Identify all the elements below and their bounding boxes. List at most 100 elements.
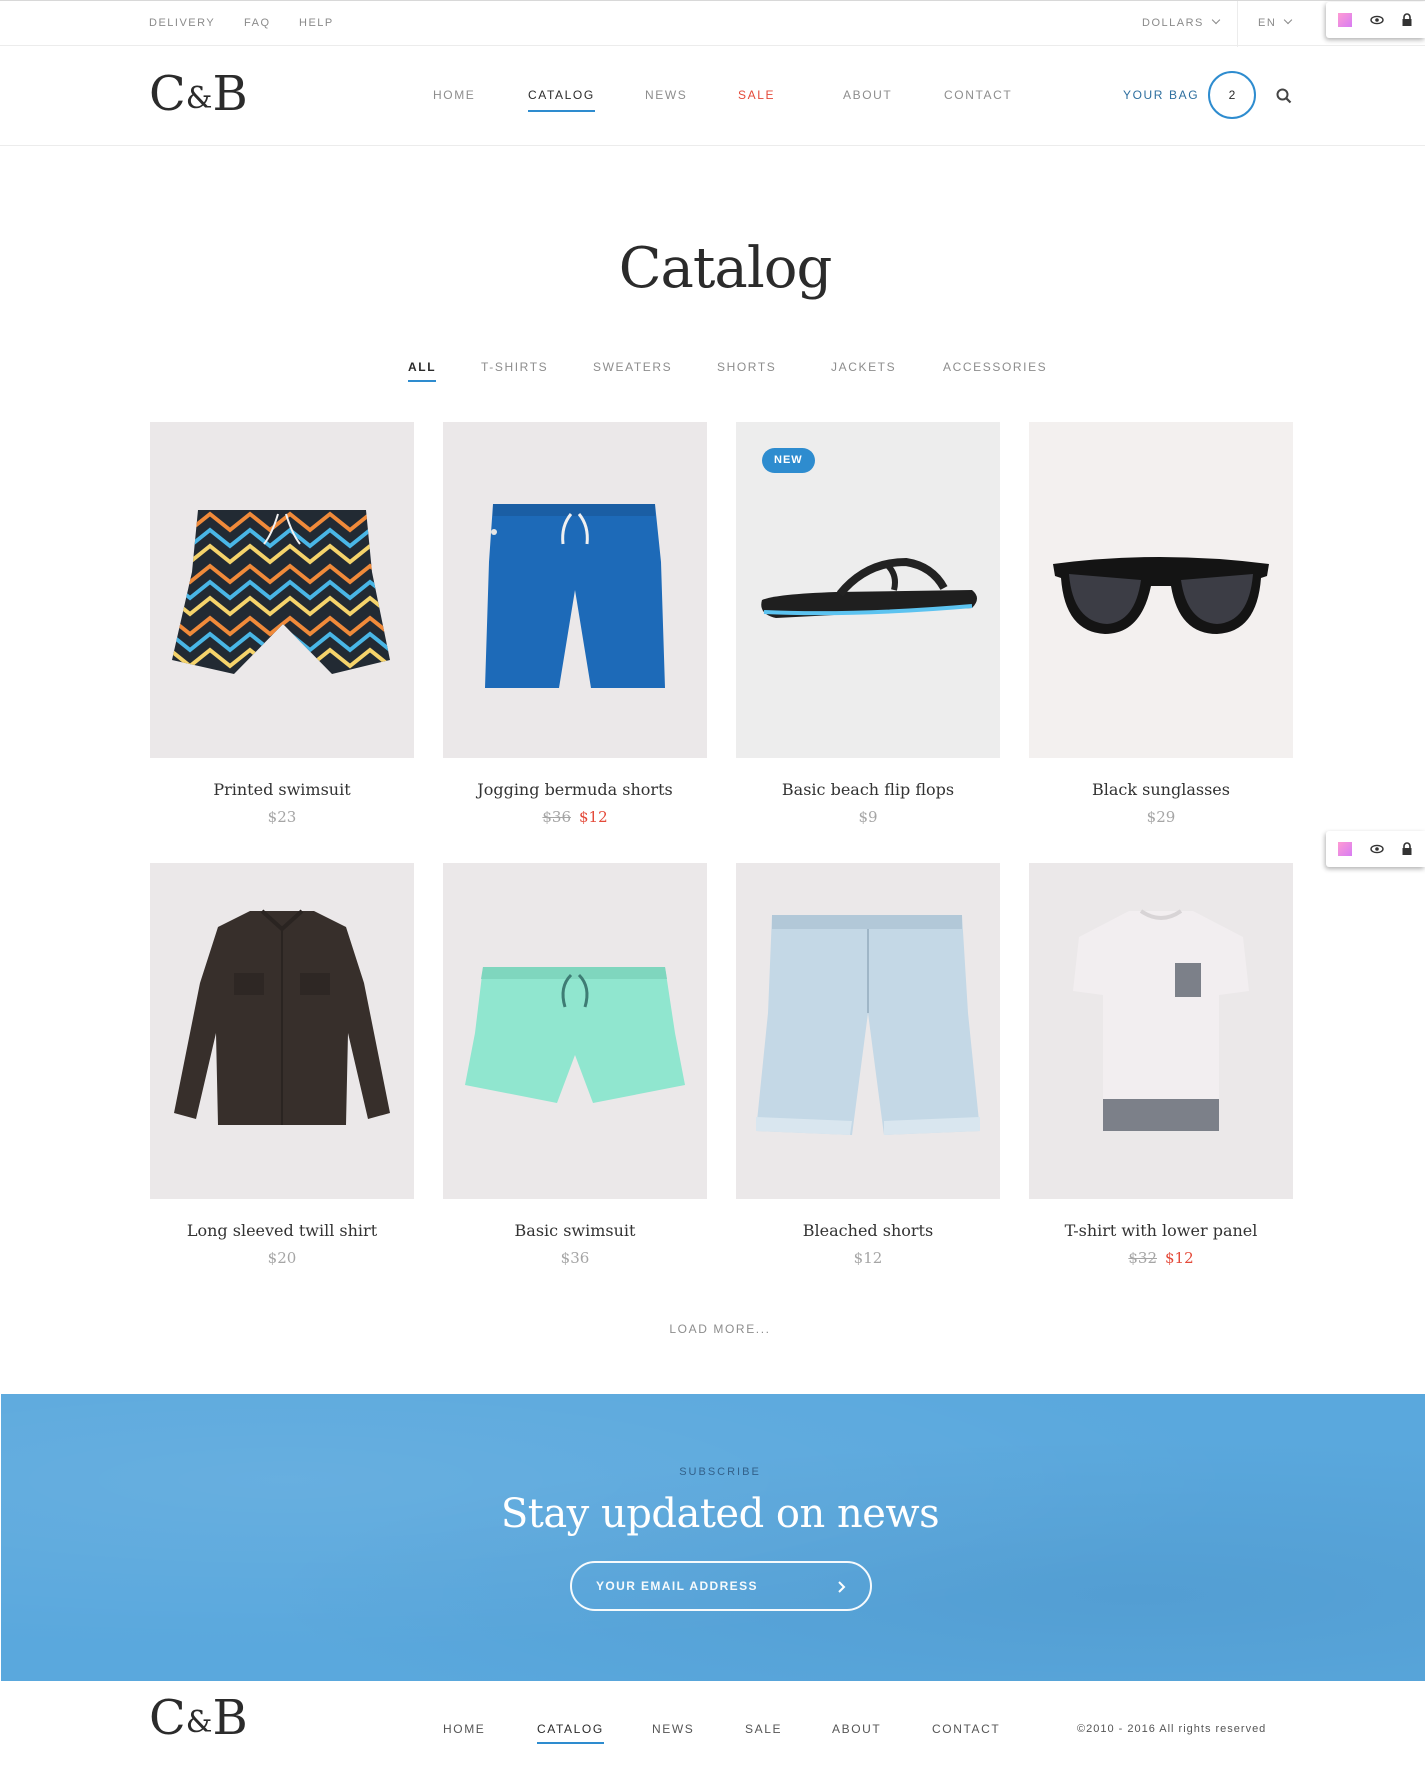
chevron-down-icon: [1211, 15, 1221, 25]
product-price: $32 $12: [1029, 1249, 1293, 1267]
product-price: $9: [736, 808, 1000, 826]
eye-icon[interactable]: [1370, 13, 1384, 27]
nav-catalog[interactable]: CATALOG: [528, 88, 595, 112]
language-select[interactable]: EN: [1258, 15, 1293, 29]
footer-nav-sale[interactable]: SALE: [745, 1722, 782, 1736]
price-regular: $29: [1146, 808, 1176, 826]
footer-nav-about[interactable]: ABOUT: [832, 1722, 881, 1736]
faq-link[interactable]: FAQ: [244, 17, 271, 29]
product-price: $36 $12: [443, 808, 707, 826]
price-regular: $9: [858, 808, 878, 826]
logo-ampersand: &: [185, 81, 213, 116]
product-card[interactable]: Black sunglasses $29: [1029, 422, 1293, 826]
color-swatch-icon[interactable]: [1338, 13, 1352, 27]
filter-jackets[interactable]: JACKETS: [831, 360, 896, 374]
search-icon[interactable]: [1276, 88, 1292, 104]
tool-widget: [1326, 831, 1425, 867]
subscribe-title: Stay updated on news: [500, 1491, 940, 1537]
filter-accessories[interactable]: ACCESSORIES: [943, 360, 1047, 374]
help-link[interactable]: HELP: [299, 17, 334, 29]
product-card[interactable]: Printed swimsuit $23: [150, 422, 414, 826]
email-form: [570, 1561, 872, 1611]
product-name[interactable]: T-shirt with lower panel: [989, 1221, 1333, 1240]
logo-letter: C: [149, 66, 186, 122]
bag-label[interactable]: YOUR BAG: [1123, 88, 1199, 102]
nav-news[interactable]: NEWS: [645, 88, 687, 102]
price-old: $32: [1128, 1249, 1157, 1267]
product-card[interactable]: NEW Basic beach flip flops $9: [736, 422, 1000, 826]
product-image[interactable]: [443, 422, 707, 758]
product-card[interactable]: T-shirt with lower panel $32 $12: [1029, 863, 1293, 1267]
tshirt-lower-panel-image: [1073, 909, 1249, 1131]
brand-logo[interactable]: C&B: [149, 66, 248, 122]
twill-shirt-image: [174, 909, 390, 1125]
product-image[interactable]: [736, 863, 1000, 1199]
nav-contact[interactable]: CONTACT: [944, 88, 1012, 102]
product-card[interactable]: Bleached shorts $12: [736, 863, 1000, 1267]
logo-ampersand: &: [185, 1705, 213, 1740]
footer-nav-home[interactable]: HOME: [443, 1722, 485, 1736]
top-utility-bar: DELIVERY FAQ HELP DOLLARS EN: [0, 0, 1425, 47]
price-regular: $20: [267, 1249, 297, 1267]
swim-shorts-pattern-image: [172, 510, 390, 674]
product-price: $29: [1029, 808, 1293, 826]
tool-widget: [1326, 2, 1425, 38]
mint-swimsuit-image: [465, 967, 685, 1103]
footer-nav-contact[interactable]: CONTACT: [932, 1722, 1000, 1736]
nav-about[interactable]: ABOUT: [843, 88, 892, 102]
price-sale: $12: [579, 808, 608, 826]
site-header: C&B HOME CATALOG NEWS SALE ABOUT CONTACT…: [0, 46, 1425, 146]
delivery-link[interactable]: DELIVERY: [149, 17, 215, 29]
bag-count-badge[interactable]: 2: [1208, 71, 1256, 119]
eye-icon[interactable]: [1370, 842, 1384, 856]
filter-all[interactable]: ALL: [408, 360, 437, 382]
product-image[interactable]: [1029, 863, 1293, 1199]
product-price: $36: [443, 1249, 707, 1267]
copyright-text: ©2010 - 2016 All rights reserved: [1077, 1723, 1267, 1735]
product-card[interactable]: Basic swimsuit $36: [443, 863, 707, 1267]
price-sale: $12: [1165, 1249, 1194, 1267]
footer-nav-catalog[interactable]: CATALOG: [537, 1722, 604, 1744]
page-title: Catalog: [618, 236, 833, 301]
lock-icon[interactable]: [1400, 841, 1414, 857]
product-name[interactable]: Black sunglasses: [989, 780, 1333, 799]
product-image[interactable]: NEW: [736, 422, 1000, 758]
price-regular: $36: [560, 1249, 590, 1267]
color-swatch-icon[interactable]: [1338, 842, 1352, 856]
product-card[interactable]: Jogging bermuda shorts $36 $12: [443, 422, 707, 826]
filter-t-shirts[interactable]: T-SHIRTS: [481, 360, 548, 374]
language-label: EN: [1258, 17, 1277, 29]
chevron-right-icon[interactable]: [834, 1579, 850, 1595]
email-input[interactable]: [594, 1575, 824, 1597]
filter-shorts[interactable]: SHORTS: [717, 360, 776, 374]
product-image[interactable]: [443, 863, 707, 1199]
logo-letter: B: [212, 1690, 247, 1746]
bleached-shorts-image: [756, 915, 980, 1135]
product-image[interactable]: [150, 863, 414, 1199]
logo-letter: C: [149, 1690, 186, 1746]
filter-sweaters[interactable]: SWEATERS: [593, 360, 672, 374]
chevron-down-icon: [1284, 15, 1293, 25]
lock-icon[interactable]: [1400, 12, 1414, 28]
footer-logo[interactable]: C&B: [149, 1690, 248, 1746]
divider: [1237, 1, 1238, 47]
new-badge: NEW: [762, 448, 815, 473]
load-more-button[interactable]: LOAD MORE...: [0, 1322, 1425, 1336]
product-price: $12: [736, 1249, 1000, 1267]
nav-sale[interactable]: SALE: [738, 88, 775, 102]
logo-letter: B: [212, 66, 247, 122]
blue-shorts-image: [485, 504, 665, 688]
currency-select[interactable]: DOLLARS: [1142, 15, 1221, 29]
product-image[interactable]: [150, 422, 414, 758]
subscribe-section: SUBSCRIBE Stay updated on news: [1, 1394, 1425, 1681]
price-regular: $12: [853, 1249, 883, 1267]
currency-label: DOLLARS: [1142, 17, 1204, 29]
product-price: $23: [150, 808, 414, 826]
price-regular: $23: [267, 808, 297, 826]
price-old: $36: [542, 808, 571, 826]
product-price: $20: [150, 1249, 414, 1267]
nav-home[interactable]: HOME: [433, 88, 475, 102]
footer-nav-news[interactable]: NEWS: [652, 1722, 694, 1736]
product-image[interactable]: [1029, 422, 1293, 758]
product-card[interactable]: Long sleeved twill shirt $20: [150, 863, 414, 1267]
